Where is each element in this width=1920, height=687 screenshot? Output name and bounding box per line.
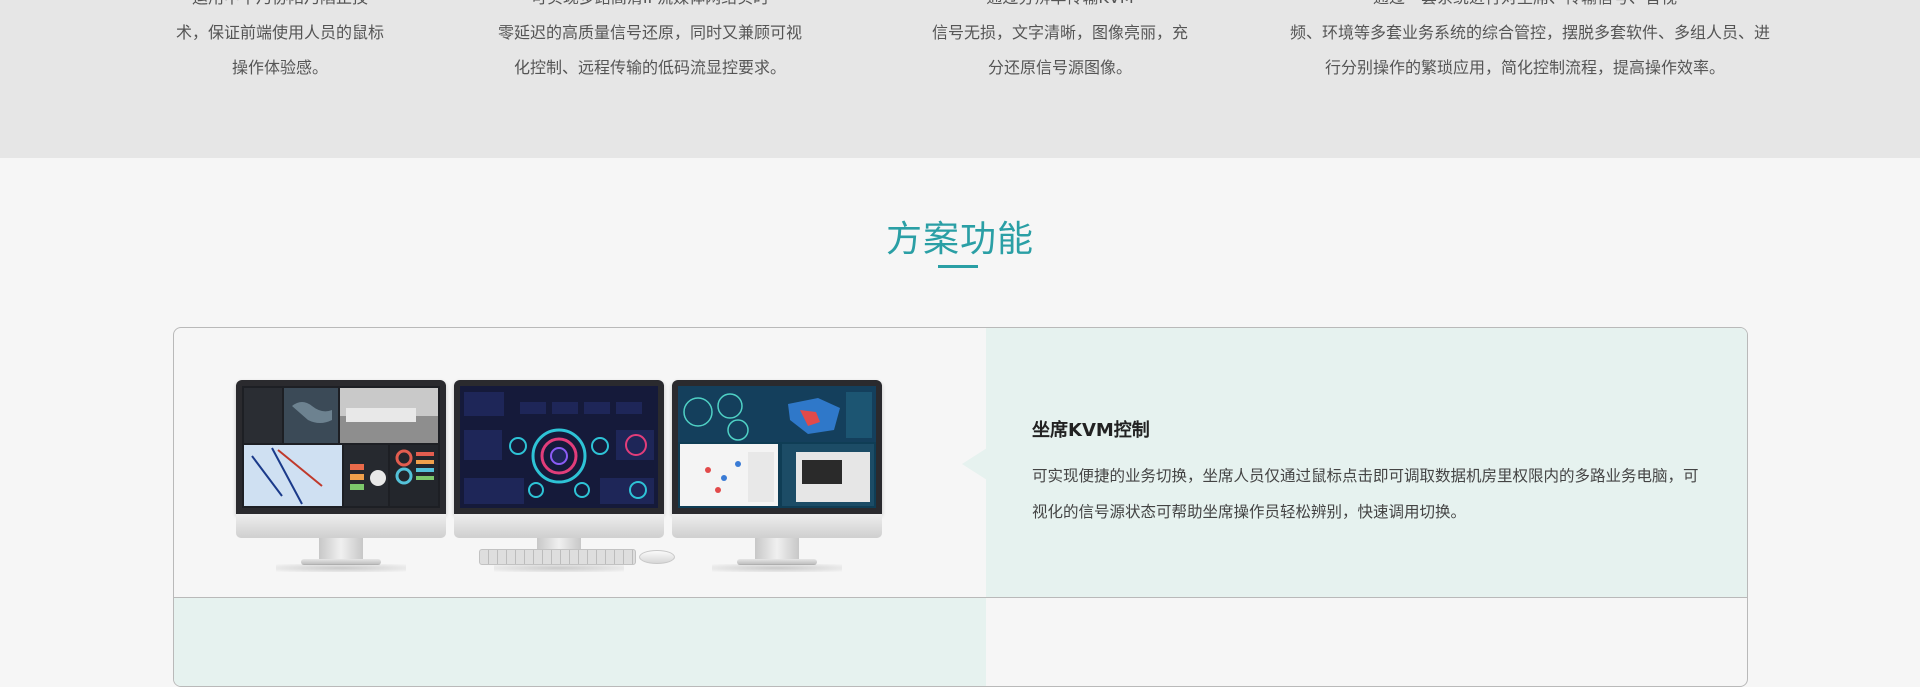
keyboard-graphic bbox=[479, 549, 636, 565]
feature-line: 运用中平乃协阳乃陷止技 bbox=[170, 0, 390, 15]
solution-card: 坐席KVM控制 可实现便捷的业务切换，坐席人员仅通过鼠标点击即可调取数据机房里权… bbox=[173, 327, 1748, 687]
monitor-screen bbox=[678, 386, 876, 508]
feature-text-4: 通过一套系统进行对坐席、传输信号、音视 频、环境等多套业务系统的综合管控，摆脱多… bbox=[1290, 0, 1771, 85]
section-title-underline bbox=[938, 265, 978, 268]
feature-line: 通过分辨率传输KVM bbox=[925, 0, 1195, 15]
section-title: 方案功能 bbox=[885, 219, 1034, 260]
next-solution-panel bbox=[174, 598, 986, 686]
feature-text-2: 可实现多路高清IP流媒体网络实时 零延迟的高质量信号还原，同时又兼顾可视 化控制… bbox=[485, 0, 815, 85]
features-band: 运用中平乃协阳乃陷止技 术，保证前端使用人员的鼠标 操作体验感。 可实现多路高清… bbox=[0, 0, 1920, 158]
panel-notch bbox=[962, 448, 987, 480]
feature-line: 术，保证前端使用人员的鼠标 bbox=[175, 23, 384, 42]
mouse-graphic bbox=[639, 550, 675, 564]
dashboard-screen-graphic bbox=[460, 386, 658, 508]
feature-line: 化控制、远程传输的低码流显控要求。 bbox=[513, 58, 786, 77]
feature-line: 可实现多路高清IP流媒体网络实时 bbox=[485, 0, 815, 15]
monitor-screen bbox=[242, 386, 440, 508]
monitor-screen bbox=[460, 386, 658, 508]
feature-line: 频、环境等多套业务系统的综合管控，摆脱多套软件、多组人员、进 bbox=[1290, 23, 1771, 42]
feature-line: 通过一套系统进行对坐席、传输信号、音视 bbox=[1290, 0, 1760, 15]
dashboard-screen-graphic bbox=[242, 386, 440, 508]
feature-text-1: 运用中平乃协阳乃陷止技 术，保证前端使用人员的鼠标 操作体验感。 bbox=[170, 0, 390, 85]
feature-line: 行分别操作的繁琐应用，简化控制流程，提高操作效率。 bbox=[1324, 58, 1725, 77]
solution-description: 可实现便捷的业务切换，坐席人员仅通过鼠标点击即可调取数据机房里权限内的多路业务电… bbox=[1032, 467, 1699, 521]
feature-line: 零延迟的高质量信号还原，同时又兼顾可视 bbox=[497, 23, 802, 42]
feature-line: 操作体验感。 bbox=[231, 58, 328, 77]
feature-line: 分还原信号源图像。 bbox=[987, 58, 1132, 77]
dashboard-screen-graphic bbox=[678, 386, 876, 508]
solution-title: 坐席KVM控制 bbox=[1032, 420, 1150, 441]
feature-line: 信号无损，文字清晰，图像亮丽，充 bbox=[931, 23, 1188, 42]
feature-text-3: 通过分辨率传输KVM 信号无损，文字清晰，图像亮丽，充 分还原信号源图像。 bbox=[925, 0, 1195, 85]
